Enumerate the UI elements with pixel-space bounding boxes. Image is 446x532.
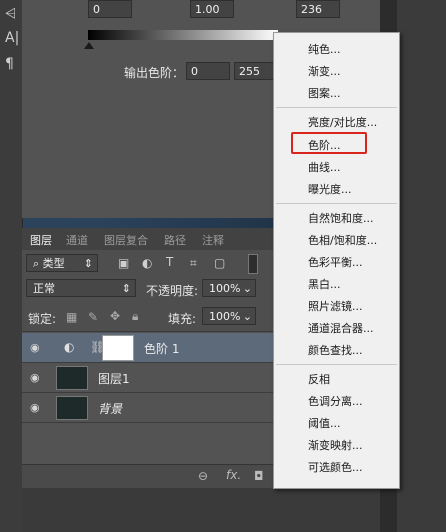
adjustment-layer-icon: ◐ xyxy=(64,340,75,354)
levels-highlight-box xyxy=(291,132,367,154)
output-black-field[interactable]: 0 xyxy=(186,62,230,80)
mask-icon[interactable]: ◘ xyxy=(254,469,264,483)
fx-icon[interactable]: fx. xyxy=(226,468,241,482)
menu-separator xyxy=(276,107,397,108)
blend-mode-value: 正常 xyxy=(33,282,55,295)
menu-separator xyxy=(276,364,397,365)
stepper-icon: ⇕ xyxy=(121,282,131,295)
adjustment-filter-icon[interactable]: ◐ xyxy=(142,256,152,270)
opacity-value: 100% xyxy=(209,282,241,295)
chevron-down-icon[interactable]: ⌄ xyxy=(243,308,252,325)
layer-mask-thumbnail[interactable] xyxy=(102,335,134,361)
menu-item-invert[interactable]: 反相 xyxy=(308,371,330,387)
opacity-label: 不透明度: xyxy=(146,284,199,298)
menu-item-solid-color[interactable]: 纯色... xyxy=(308,41,341,57)
tab-layers[interactable]: 图层 xyxy=(30,232,52,248)
type-filter-icon[interactable]: T xyxy=(166,255,173,269)
menu-item-pattern[interactable]: 图案... xyxy=(308,85,341,101)
filter-toggle-switch[interactable] xyxy=(248,254,258,274)
tab-layer-comps[interactable]: 图层复合 xyxy=(104,232,148,248)
output-gradient-bar xyxy=(88,30,278,40)
menu-item-threshold[interactable]: 阈值... xyxy=(308,415,341,431)
character-panel-icon[interactable]: A| xyxy=(5,30,21,46)
menu-item-posterize[interactable]: 色调分离... xyxy=(308,393,363,409)
menu-item-gradient[interactable]: 渐变... xyxy=(308,63,341,79)
layer-thumbnail[interactable] xyxy=(56,366,88,390)
output-levels-label: 输出色阶： xyxy=(124,66,185,80)
menu-item-vibrance[interactable]: 自然饱和度... xyxy=(308,210,374,226)
search-icon: ⌕ xyxy=(33,257,43,270)
lock-transparent-icon[interactable]: ▦ xyxy=(66,310,77,324)
layer-name[interactable]: 图层1 xyxy=(98,370,130,387)
fill-value: 100% xyxy=(209,310,241,323)
menu-item-gradient-map[interactable]: 渐变映射... xyxy=(308,437,363,453)
lock-position-icon[interactable]: ✥ xyxy=(110,309,120,323)
lock-label: 锁定: xyxy=(28,312,57,326)
right-dock xyxy=(396,0,446,532)
smart-object-filter-icon[interactable]: ▢ xyxy=(214,256,225,270)
menu-separator xyxy=(276,203,397,204)
menu-item-brightness-contrast[interactable]: 亮度/对比度... xyxy=(308,114,377,130)
menu-item-exposure[interactable]: 曝光度... xyxy=(308,181,352,197)
adjustment-menu: 纯色... 渐变... 图案... 亮度/对比度... 色阶... 曲线... … xyxy=(273,32,400,489)
menu-item-hue-saturation[interactable]: 色相/饱和度... xyxy=(308,232,377,248)
tools-panel: ⩤ A| ¶ xyxy=(0,0,23,532)
layer-name[interactable]: 色阶 1 xyxy=(144,340,179,357)
menu-item-curves[interactable]: 曲线... xyxy=(308,159,341,175)
lock-image-icon[interactable]: ✎ xyxy=(88,310,98,324)
stepper-icon: ⇕ xyxy=(83,257,93,270)
layer-thumbnail[interactable] xyxy=(56,396,88,420)
output-black-slider[interactable] xyxy=(84,42,94,49)
paragraph-panel-icon[interactable]: ¶ xyxy=(5,56,21,72)
eye-icon[interactable]: ◉ xyxy=(30,341,44,354)
tab-notes[interactable]: 注释 xyxy=(202,232,224,248)
input-white-field[interactable]: 236 xyxy=(296,0,340,18)
menu-item-color-lookup[interactable]: 颜色查找... xyxy=(308,342,363,358)
tab-channels[interactable]: 通道 xyxy=(66,232,88,248)
menu-item-photo-filter[interactable]: 照片滤镜... xyxy=(308,298,363,314)
link-icon[interactable]: ⊖ xyxy=(198,469,208,483)
tab-paths[interactable]: 路径 xyxy=(164,232,186,248)
pixel-filter-icon[interactable]: ▣ xyxy=(118,256,129,270)
opacity-field[interactable]: 100% ⌄ xyxy=(202,279,256,297)
blend-mode-select[interactable]: 正常 ⇕ xyxy=(26,279,136,297)
menu-item-black-white[interactable]: 黑白... xyxy=(308,276,341,292)
chevron-down-icon[interactable]: ⌄ xyxy=(243,280,252,297)
shape-filter-icon[interactable]: ⌗ xyxy=(190,256,197,271)
fill-label: 填充: xyxy=(168,312,197,326)
eye-icon[interactable]: ◉ xyxy=(30,401,44,414)
menu-item-selective-color[interactable]: 可选颜色... xyxy=(308,459,363,475)
bottom-area xyxy=(22,488,380,532)
layer-name[interactable]: 背景 xyxy=(98,400,122,417)
eye-icon[interactable]: ◉ xyxy=(30,371,44,384)
input-black-field[interactable]: 0 xyxy=(88,0,132,18)
lock-all-icon[interactable]: 🔒︎ xyxy=(132,309,138,324)
menu-item-color-balance[interactable]: 色彩平衡... xyxy=(308,254,363,270)
input-gamma-field[interactable]: 1.00 xyxy=(190,0,234,18)
menu-item-channel-mixer[interactable]: 通道混合器... xyxy=(308,320,374,336)
output-white-field[interactable]: 255 xyxy=(234,62,278,80)
fill-field[interactable]: 100% ⌄ xyxy=(202,307,256,325)
levels-histogram-icon: ⩤ xyxy=(5,6,17,22)
filter-kind-select[interactable]: ⌕ 类型 ⇕ xyxy=(26,254,98,272)
filter-kind-value: 类型 xyxy=(42,257,65,270)
